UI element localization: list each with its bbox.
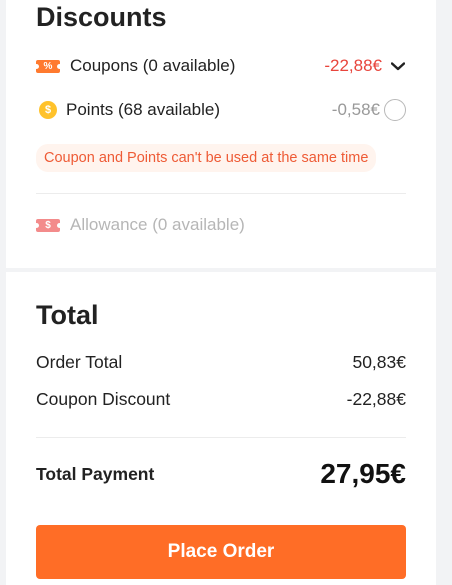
order-total-label: Order Total [36,352,123,372]
discounts-card: Discounts % Coupons (0 available) -22,88… [6,0,436,268]
coupon-icon: % [34,59,62,73]
total-payment-value: 27,95€ [320,458,406,489]
coupons-value: -22,88€ [324,56,382,75]
total-title: Total [36,300,99,330]
chevron-down-icon[interactable] [390,58,406,74]
points-value: -0,58€ [331,100,380,119]
order-total-row: Order Total 50,83€ [36,352,406,373]
coupons-label: Coupons (0 available) [70,56,236,75]
points-row[interactable]: $ Points (68 available) -0,58€ [36,99,406,121]
place-order-button[interactable]: Place Order [36,525,406,579]
divider [36,193,406,194]
coupon-discount-value: -22,88€ [346,389,406,409]
conflict-notice: Coupon and Points can't be used at the s… [36,144,377,172]
allowance-row: $ Allowance (0 available) [34,215,406,235]
allowance-icon: $ [34,218,62,232]
total-payment-row: Total Payment 27,95€ [36,458,406,490]
divider [36,437,406,438]
coupons-row[interactable]: % Coupons (0 available) -22,88€ [34,56,406,76]
total-card: Total Order Total 50,83€ Coupon Discount… [6,272,436,585]
coupon-discount-label: Coupon Discount [36,389,171,409]
radio-unchecked-icon[interactable] [384,99,406,121]
points-label: Points (68 available) [66,100,221,119]
discounts-title: Discounts [36,2,167,32]
points-coin-icon: $ [39,101,57,119]
coupon-discount-row: Coupon Discount -22,88€ [36,389,406,410]
total-payment-label: Total Payment [36,463,155,484]
allowance-label: Allowance (0 available) [70,215,245,234]
order-total-value: 50,83€ [352,352,406,372]
